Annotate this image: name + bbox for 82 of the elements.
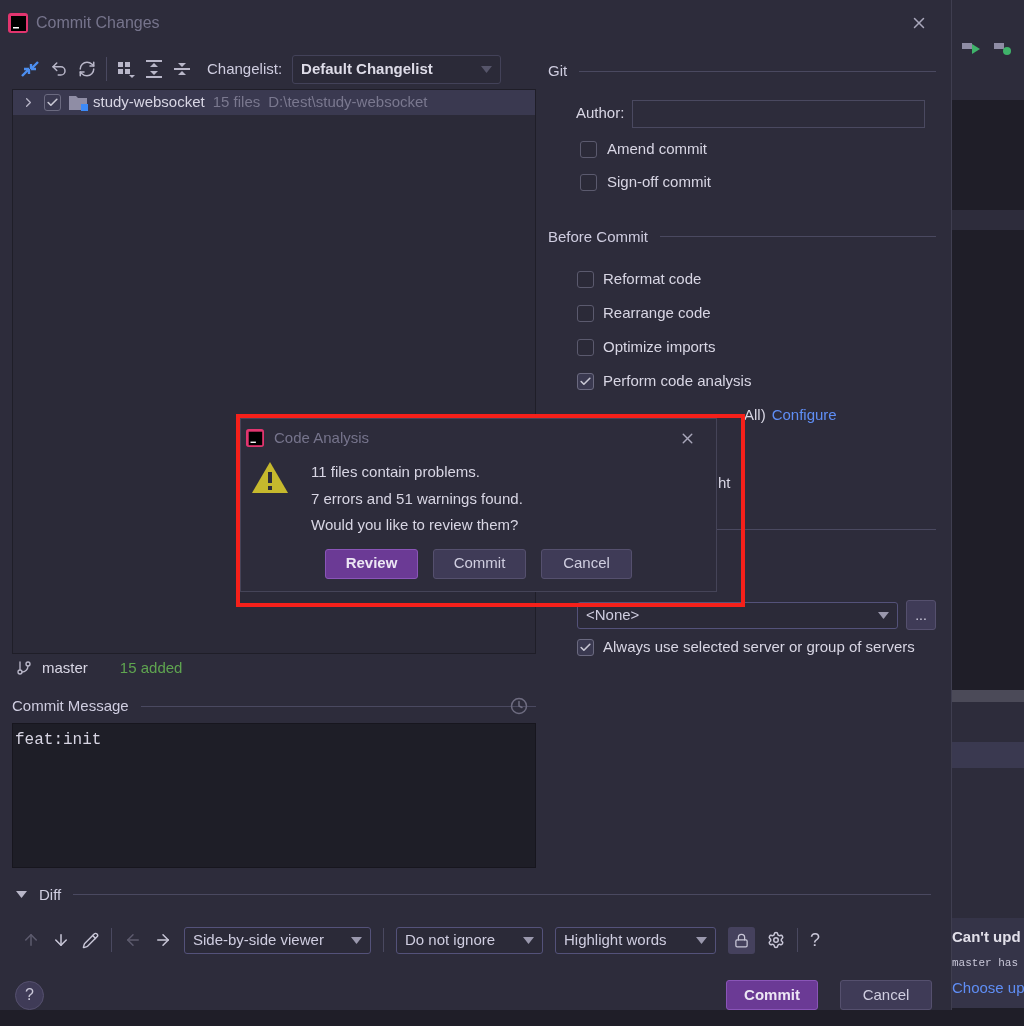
tree-item-name: study-websocket (93, 92, 205, 113)
collapse-arrows-icon[interactable] (20, 60, 40, 78)
option-label: Optimize imports (603, 337, 716, 358)
dropdown-arrow-icon (481, 65, 493, 73)
option-label: Sign-off commit (607, 171, 711, 192)
option-label: Always use selected server or group of servers (603, 637, 915, 657)
checkbox[interactable] (577, 373, 594, 390)
notification-text: master has (952, 955, 1019, 971)
option-label: Rearrange code (603, 303, 711, 324)
changelist-dropdown[interactable]: Default Changelist (292, 54, 502, 84)
group-by-icon[interactable] (117, 60, 135, 78)
dropdown-arrow-icon (696, 936, 707, 944)
primary-button[interactable]: Commit (726, 980, 818, 1010)
notification-link[interactable]: Choose up (952, 977, 1024, 1000)
button[interactable]: Commit (433, 548, 526, 579)
checkbox[interactable] (44, 94, 61, 111)
settings-icon[interactable] (767, 931, 785, 949)
option-label: Amend commit (607, 138, 708, 159)
check-icon (579, 640, 592, 654)
branch-name: master (42, 657, 88, 678)
collapse-arrow-icon[interactable] (16, 889, 27, 901)
file-count: 15 files (212, 92, 261, 113)
ignore-dropdown[interactable]: Do not ignore (396, 926, 543, 954)
author-label: Author: (576, 103, 625, 124)
next-difference-icon[interactable] (52, 931, 70, 949)
check-icon (46, 96, 59, 109)
notification-title: Can't upd (952, 927, 1022, 947)
diff-label: Diff (39, 884, 62, 905)
folder-icon (69, 94, 89, 111)
check-icon (579, 375, 592, 388)
author-field[interactable] (632, 99, 926, 128)
warning-icon (251, 461, 289, 494)
change-summary: 15 added (119, 657, 183, 678)
checkbox[interactable] (577, 271, 594, 288)
viewer-dropdown[interactable]: Side-by-side viewer (184, 926, 371, 954)
changelist-label: Changelist: (207, 58, 283, 79)
commit-message-field[interactable]: feat:init (12, 722, 536, 868)
undo-icon[interactable] (50, 60, 68, 78)
option-label: Perform code analysis (603, 371, 752, 392)
checkbox[interactable] (577, 339, 594, 356)
checkbox[interactable] (577, 638, 594, 656)
expand-all-icon[interactable] (145, 60, 163, 78)
help-button[interactable]: ? (15, 980, 44, 1010)
option-label: ht (718, 473, 731, 494)
dialog-message: 7 errors and 51 warnings found. (311, 488, 523, 509)
checkbox[interactable] (580, 140, 597, 158)
checkbox[interactable] (580, 173, 597, 191)
window-title: Commit Changes (36, 13, 160, 33)
browse-button[interactable]: ... (906, 600, 936, 630)
section-title: Git (548, 61, 568, 81)
build-icon (994, 40, 1012, 56)
option-label: Reformat code (603, 269, 702, 290)
primary-button[interactable]: Review (325, 548, 418, 579)
collapse-all-icon[interactable] (173, 60, 191, 78)
tree-row[interactable]: study-websocket 15 files D:\test\study-websocket (13, 90, 535, 115)
branch-icon (16, 660, 32, 676)
commit-message-label: Commit Message (12, 696, 129, 716)
dropdown-arrow-icon (351, 936, 362, 944)
edit-icon[interactable] (82, 931, 99, 949)
option-label: All) (744, 405, 766, 426)
section-title: Before Commit (548, 226, 649, 247)
folder-path: D:\test\study-websocket (268, 92, 428, 113)
dialog-message: Would you like to review them? (311, 515, 520, 535)
dropdown-arrow-icon (523, 936, 534, 944)
highlight-dropdown[interactable]: Highlight words (555, 926, 716, 954)
dropdown-arrow-icon (878, 611, 889, 619)
dialog-title: Code Analysis (274, 427, 370, 448)
refresh-icon[interactable] (78, 60, 96, 78)
app-logo-icon (8, 13, 28, 33)
help-glyph[interactable]: ? (810, 926, 820, 954)
dialog-message: 11 files contain problems. (311, 462, 481, 482)
checkbox[interactable] (577, 305, 594, 322)
history-icon[interactable] (510, 697, 528, 715)
run-icon (962, 40, 980, 56)
app-logo-icon (246, 429, 264, 447)
forward-icon[interactable] (154, 931, 172, 949)
button[interactable]: Cancel (541, 548, 632, 579)
lock-button[interactable] (728, 926, 755, 954)
server-dropdown[interactable]: <None> (577, 601, 898, 629)
lock-icon (734, 932, 749, 948)
configure-link[interactable]: Configure (771, 404, 837, 427)
button[interactable]: Cancel (840, 980, 932, 1010)
